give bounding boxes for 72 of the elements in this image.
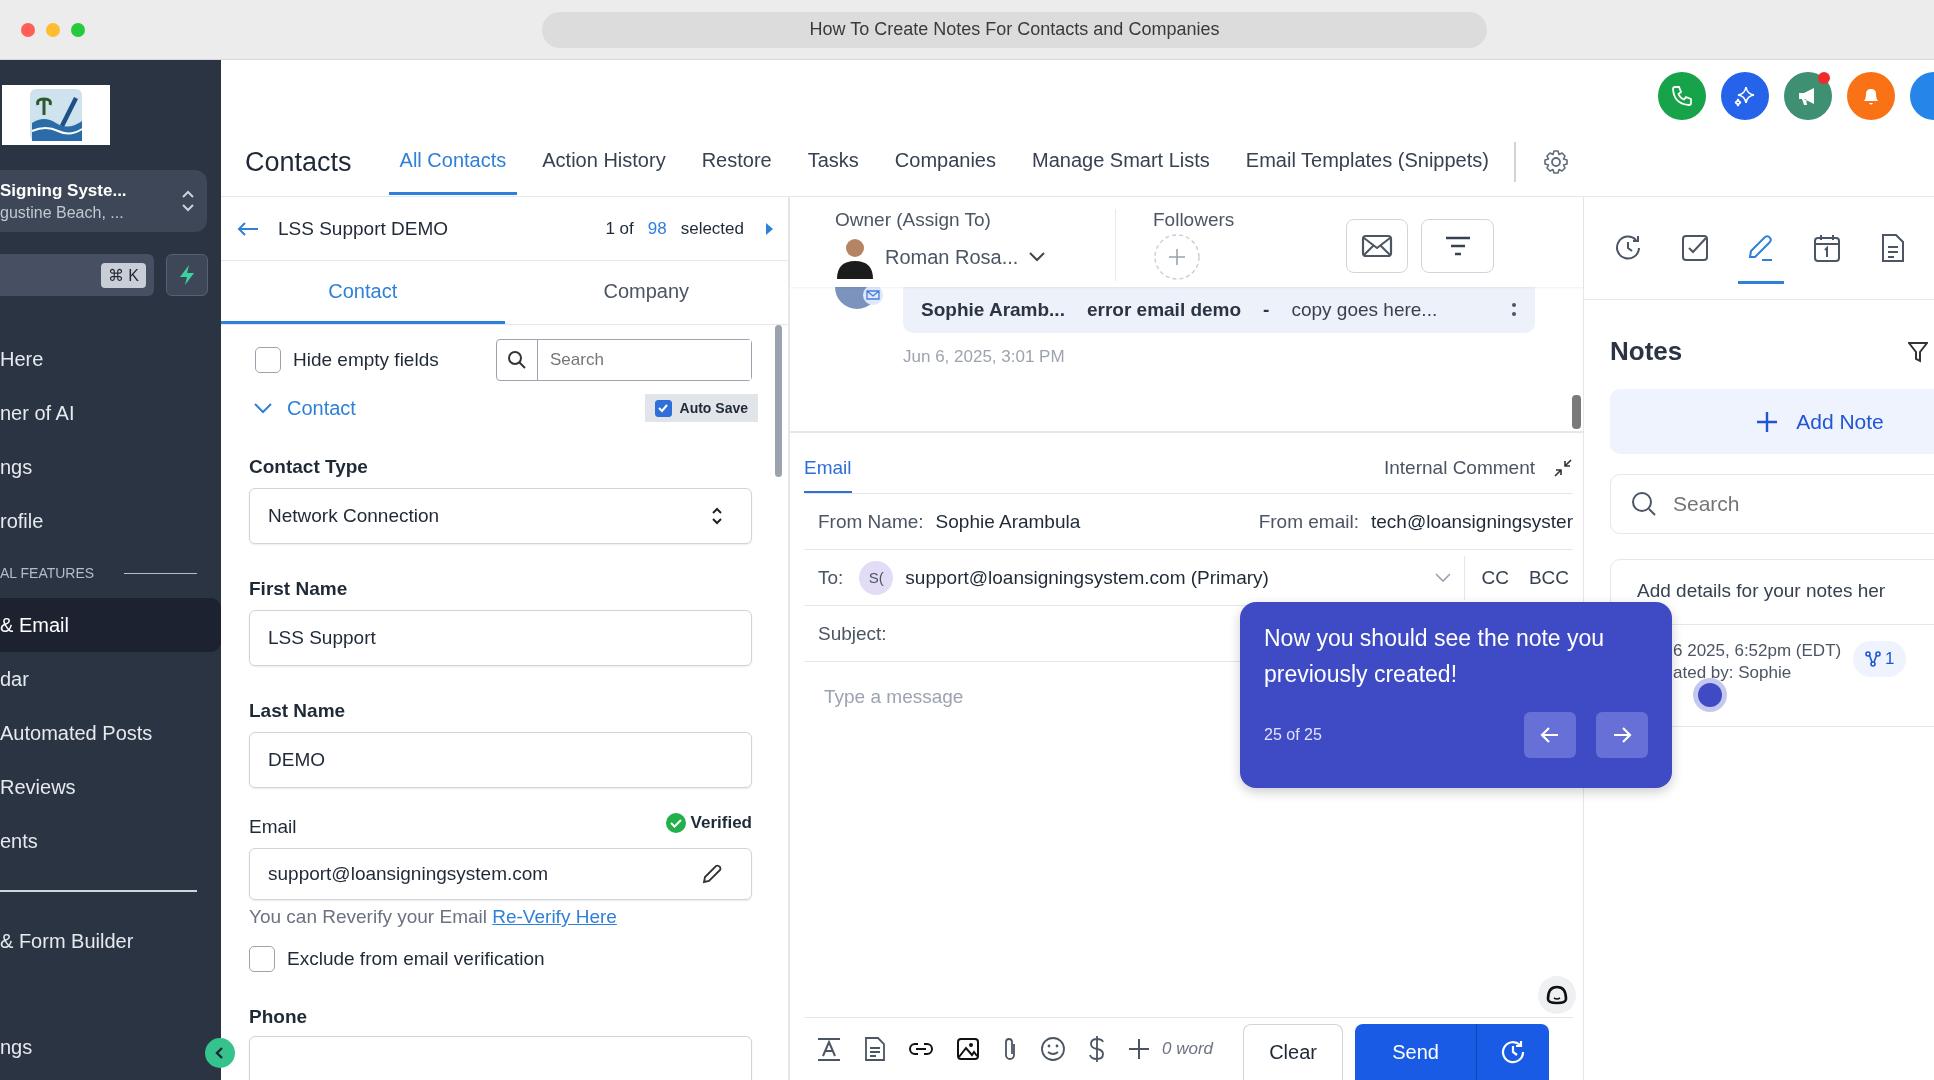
field-label: To:	[818, 566, 844, 589]
nav-tab[interactable]: Companies	[883, 135, 1007, 195]
nav-tab[interactable]: Manage Smart Lists	[1021, 135, 1221, 195]
page-heading: Contacts	[245, 146, 352, 178]
cc-button[interactable]: CC	[1477, 566, 1513, 589]
share-count[interactable]: 1	[1853, 641, 1907, 677]
panel-title: Notes	[1610, 336, 1683, 367]
field-label: From email:	[1258, 510, 1359, 533]
sidebar-item[interactable]: ents	[0, 814, 221, 868]
nav-tab[interactable]: Restore	[690, 135, 783, 195]
composer-tab[interactable]: Internal Comment	[1384, 433, 1535, 493]
sidebar-item[interactable]: dar	[0, 652, 221, 706]
selected-label: selected	[680, 218, 744, 239]
add-note-button[interactable]: Add Note	[1610, 389, 1934, 454]
checkbox-label: Hide empty fields	[293, 349, 439, 371]
recipient-value[interactable]: support@loansigningsystem.com (Primary)	[905, 566, 1423, 589]
field-label: Subject:	[818, 622, 887, 645]
field-label: Phone	[249, 1006, 309, 1028]
message-bubble[interactable]: Sophie Aramb... error email demo - copy goes here...	[903, 287, 1535, 333]
reverify-link[interactable]: Re-Verify Here	[492, 906, 617, 927]
account-switcher[interactable]: Signing Syste... gustine Beach, ...	[0, 170, 207, 232]
section-label: AL FEATURES	[0, 565, 95, 581]
note-author: ated by: Sophie	[1673, 663, 1793, 683]
sidebar-item[interactable]: ner of AI	[0, 386, 221, 440]
panel-tab[interactable]: Company	[504, 261, 788, 324]
section-heading[interactable]: Contact	[287, 396, 356, 420]
field-label: First Name	[249, 578, 349, 600]
sidebar-item[interactable]: Automated Posts	[0, 706, 221, 760]
contact-type-select[interactable]: Network Connection	[249, 488, 752, 544]
sidebar-item[interactable]: Reviews	[0, 760, 221, 814]
selected-count: 98	[647, 218, 667, 239]
composer-tab[interactable]: Email	[804, 433, 852, 493]
bcc-button[interactable]: BCC	[1524, 566, 1573, 589]
note-date: 6 2025, 6:52pm (EDT)	[1673, 641, 1843, 661]
input-field[interactable]: support@loansigningsystem.com	[249, 848, 752, 900]
field-label: Contact Type	[249, 456, 369, 478]
sidebar-item[interactable]: ngs	[0, 1020, 187, 1074]
sidebar-item[interactable]: & Email	[0, 598, 221, 652]
recipient-avatar: S(	[859, 560, 894, 595]
owner-label: Owner (Assign To)	[835, 209, 992, 231]
nav-tab[interactable]: Action History	[531, 135, 677, 195]
contact-name: LSS Support DEMO	[278, 217, 450, 240]
word-count: 0 word	[1162, 1039, 1214, 1059]
sidebar-item[interactable]: & Form Builder	[0, 914, 221, 968]
sidebar-item[interactable]: rofile	[0, 494, 221, 548]
field-label: Email	[249, 816, 298, 838]
checkbox-label: Exclude from email verification	[287, 948, 545, 970]
field-label: Last Name	[249, 700, 347, 722]
step-counter: 25 of 25	[1264, 726, 1322, 744]
input-field[interactable]: DEMO	[249, 732, 752, 788]
help-text: You can Reverify your Email	[249, 906, 487, 927]
record-position: 1 of	[605, 218, 634, 239]
owner-select[interactable]: Roman Rosa...	[835, 235, 1115, 279]
sidebar-item[interactable]: Here	[0, 332, 221, 386]
nav-tab[interactable]: Tasks	[796, 135, 870, 195]
auto-save-toggle[interactable]: Auto Save	[644, 394, 758, 422]
search-field[interactable]: ⌘ K	[0, 254, 154, 296]
from-email-value: tech@loansigningsyster	[1371, 510, 1573, 533]
page-title: How To Create Notes For Contacts and Companies	[542, 11, 1487, 48]
from-name-value: Sophie Arambula	[935, 510, 1081, 533]
send-button[interactable]: Send	[1355, 1024, 1478, 1080]
nav-tab[interactable]: All Contacts	[388, 135, 518, 195]
field-label: From Name:	[818, 510, 924, 533]
verified-status: Verified	[690, 813, 752, 833]
message-date: Jun 6, 2025, 3:01 PM	[902, 346, 1066, 367]
search-field[interactable]: Search	[496, 339, 752, 381]
input-field[interactable]: LSS Support	[249, 610, 752, 666]
clear-button[interactable]: Clear	[1243, 1024, 1344, 1080]
panel-tab[interactable]: Contact	[221, 261, 505, 324]
sidebar-item[interactable]: ngs	[0, 440, 221, 494]
followers-label: Followers	[1153, 209, 1236, 231]
nav-tab[interactable]: Email Templates (Snippets)	[1234, 135, 1500, 195]
